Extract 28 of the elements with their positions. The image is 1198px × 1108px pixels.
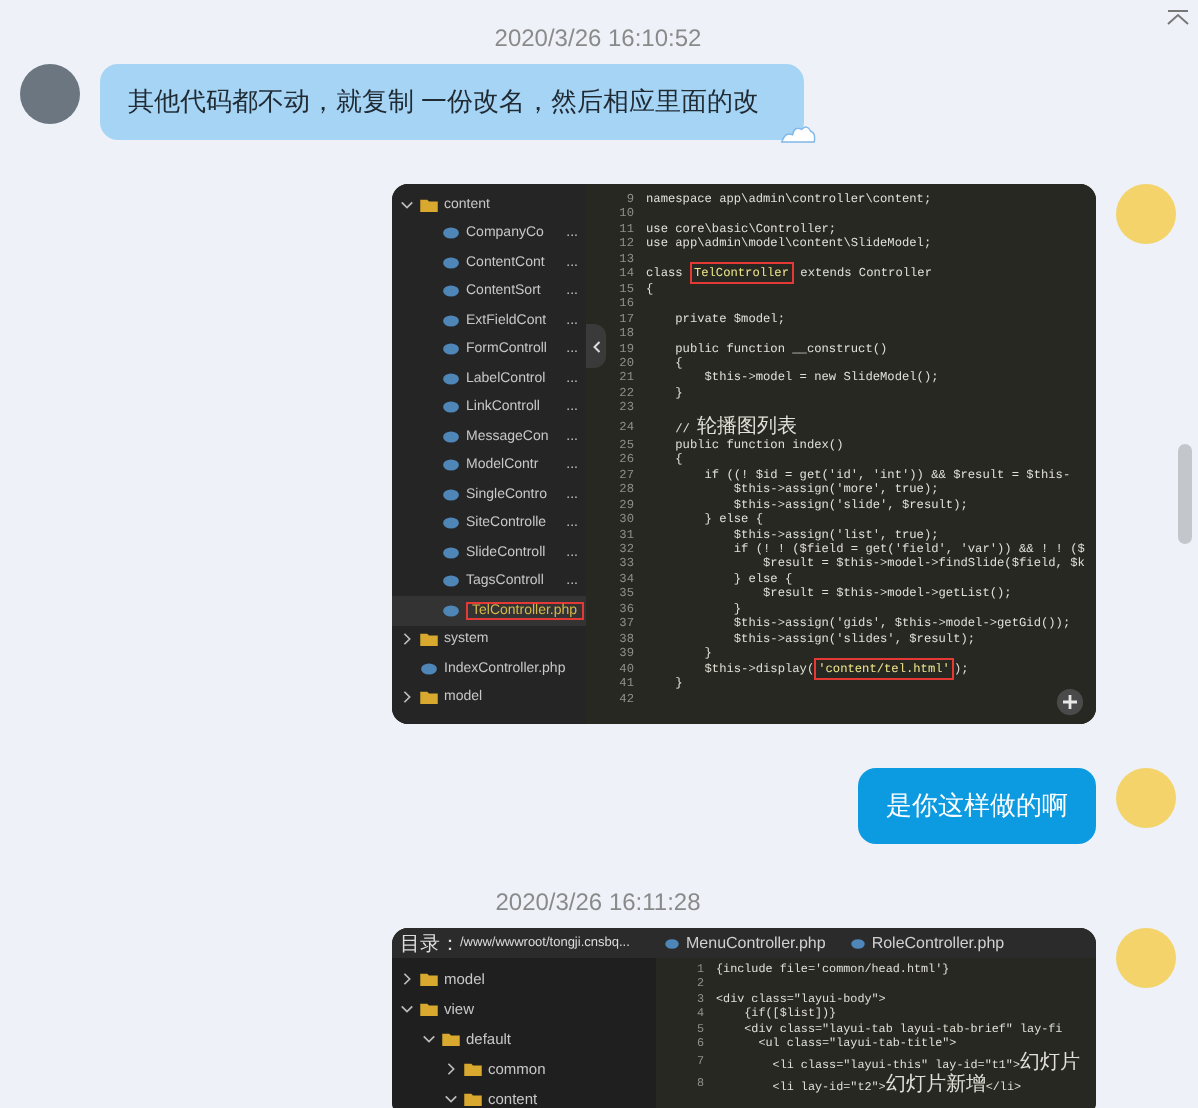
file-icon [420,661,438,676]
code-screenshot[interactable] [392,928,1096,1108]
chevron-right-icon[interactable] [444,1062,458,1076]
avatar-photo-placeholder[interactable] [20,64,80,124]
directory-label: 目录： [400,931,460,957]
zoom-in-icon[interactable] [1056,688,1084,716]
cloud-icon [779,122,816,144]
file-tab[interactable]: MenuController.php [656,934,842,952]
timestamp: 2020/3/26 16:10:52 [494,24,702,56]
code-screenshot[interactable] [392,184,1096,724]
folder-icon [420,197,438,212]
folder-icon [420,632,438,647]
chevron-right-icon[interactable] [400,632,414,647]
collapse-icon[interactable] [1166,10,1190,26]
timestamp: 2020/3/26 16:11:28 [495,888,701,920]
chevron-down-icon[interactable] [400,197,414,212]
chevron-right-icon[interactable] [400,972,414,986]
collapse-handle[interactable] [586,324,606,368]
chevron-down-icon[interactable] [444,1092,458,1106]
file-icon [849,937,866,949]
chevron-down-icon[interactable] [400,1002,414,1016]
chevron-down-icon[interactable] [422,1032,436,1046]
folder-icon [420,690,438,705]
scrollbar-thumb[interactable] [1178,444,1192,544]
file-tab[interactable]: RoleController.php [841,934,1021,952]
file-icon [664,937,680,949]
message-bubble: 是你这样做的啊 [858,768,1096,844]
chevron-right-icon[interactable] [400,690,414,705]
